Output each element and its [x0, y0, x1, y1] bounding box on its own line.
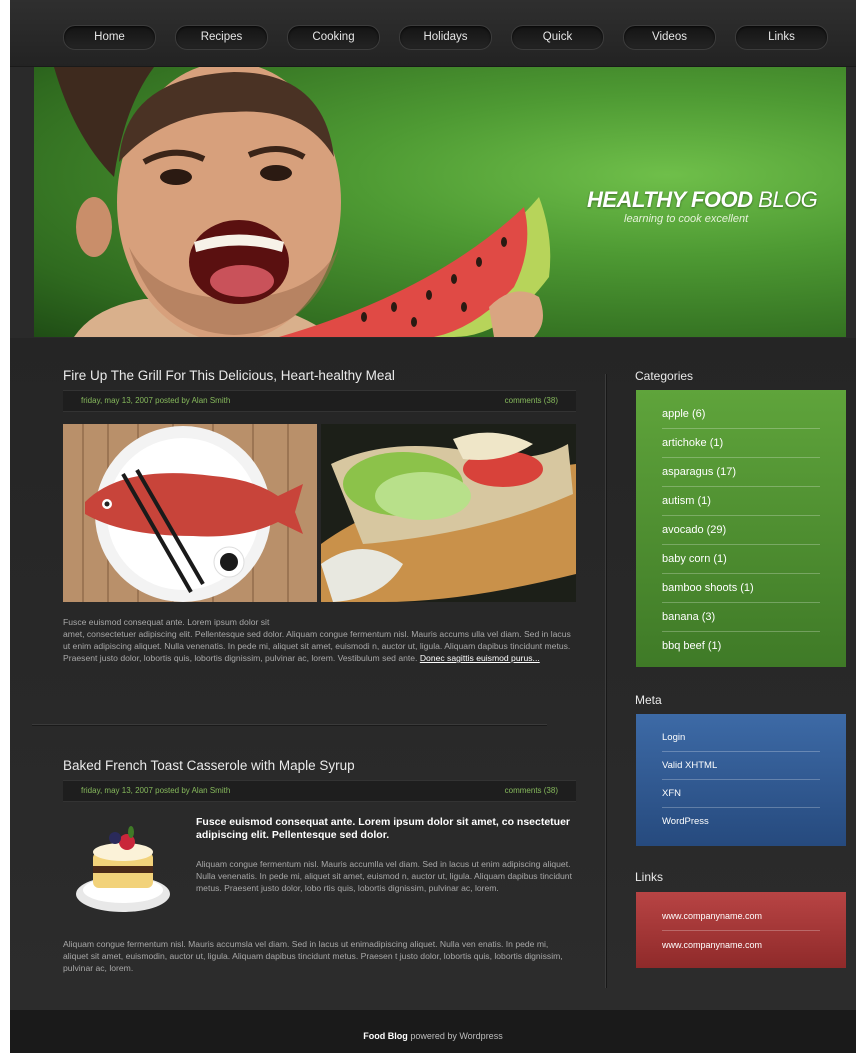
post-side-text: Aliquam congue fermentum nisl. Mauris ac… — [196, 859, 572, 893]
category-item[interactable]: avocado (29) — [662, 516, 820, 545]
category-item[interactable]: asparagus (17) — [662, 458, 820, 487]
comments-link[interactable]: comments (38) — [505, 781, 558, 801]
fish-and-sandwich-photo — [63, 424, 576, 602]
links-heading: Links — [635, 870, 664, 884]
post-divider — [32, 724, 547, 726]
post-title[interactable]: Fire Up The Grill For This Delicious, He… — [63, 368, 576, 383]
top-bar: Home Recipes Cooking Holidays Quick Vide… — [10, 0, 856, 67]
meta-xfn-link[interactable]: XFN — [662, 780, 820, 808]
footer-brand: Food Blog — [363, 1031, 408, 1041]
post-date-author: friday, may 13, 2007 posted by Alan Smit… — [81, 396, 231, 405]
post-date-author: friday, may 13, 2007 posted by Alan Smit… — [81, 786, 231, 795]
nav-home[interactable]: Home — [63, 25, 156, 50]
category-item[interactable]: banana (3) — [662, 603, 820, 632]
category-item[interactable]: bamboo shoots (1) — [662, 574, 820, 603]
category-item[interactable]: baby corn (1) — [662, 545, 820, 574]
site-title-bold: HEALTHY FOOD — [587, 187, 753, 212]
footer-powered-by: powered by Wordpress — [410, 1031, 503, 1041]
nav-links[interactable]: Links — [735, 25, 828, 50]
category-item[interactable]: autism (1) — [662, 487, 820, 516]
categories-box: apple (6) artichoke (1) asparagus (17) a… — [636, 390, 846, 667]
comments-link[interactable]: comments (38) — [505, 391, 558, 411]
links-box: www.companyname.com www.companyname.com — [636, 892, 846, 968]
site-title-light: BLOG — [758, 187, 818, 212]
post-intro: Fusce euismod consequat ante. Lorem ipsu… — [63, 812, 576, 926]
external-link[interactable]: www.companyname.com — [662, 902, 820, 931]
main-nav: Home Recipes Cooking Holidays Quick Vide… — [63, 25, 828, 50]
post-lead: Fusce euismod consequat ante. Lorem ipsu… — [196, 816, 571, 841]
category-item[interactable]: artichoke (1) — [662, 429, 820, 458]
nav-cooking[interactable]: Cooking — [287, 25, 380, 50]
page: Home Recipes Cooking Holidays Quick Vide… — [10, 0, 856, 1053]
hero-banner: HEALTHY FOOD BLOG learning to cook excel… — [34, 67, 846, 337]
nav-videos[interactable]: Videos — [623, 25, 716, 50]
site-tagline: learning to cook excellent — [624, 213, 749, 225]
meta-wordpress-link[interactable]: WordPress — [662, 808, 820, 835]
nav-recipes[interactable]: Recipes — [175, 25, 268, 50]
content-area: Fire Up The Grill For This Delicious, He… — [10, 338, 856, 1010]
nav-quick[interactable]: Quick — [511, 25, 604, 50]
footer: Food Blog powered by Wordpress — [10, 1010, 856, 1053]
column-separator — [605, 374, 607, 988]
post-meta: friday, may 13, 2007 posted by Alan Smit… — [63, 780, 576, 802]
category-item[interactable]: apple (6) — [662, 400, 820, 429]
post-excerpt: Fusce euismod consequat ante. Lorem ipsu… — [63, 616, 576, 664]
nav-holidays[interactable]: Holidays — [399, 25, 492, 50]
meta-login-link[interactable]: Login — [662, 724, 820, 752]
meta-box: Login Valid XHTML XFN WordPress — [636, 714, 846, 846]
cake-photo — [76, 826, 170, 912]
post-title[interactable]: Baked French Toast Casserole with Maple … — [63, 758, 576, 773]
categories-heading: Categories — [635, 369, 694, 383]
post-1: Fire Up The Grill For This Delicious, He… — [63, 368, 576, 664]
meta-heading: Meta — [635, 693, 662, 707]
site-title: HEALTHY FOOD BLOG — [587, 187, 818, 213]
external-link[interactable]: www.companyname.com — [662, 931, 820, 959]
post-meta: friday, may 13, 2007 posted by Alan Smit… — [63, 390, 576, 412]
post-images — [63, 424, 576, 602]
post-2: Baked French Toast Casserole with Maple … — [63, 758, 576, 974]
meta-xhtml-link[interactable]: Valid XHTML — [662, 752, 820, 780]
post-excerpt-line: Fusce euismod consequat ante. Lorem ipsu… — [63, 617, 270, 627]
read-more-link[interactable]: Donec sagittis euismod purus... — [420, 653, 540, 663]
category-item[interactable]: bbq beef (1) — [662, 632, 820, 660]
post-body: Aliquam congue fermentum nisl. Mauris ac… — [63, 939, 563, 973]
